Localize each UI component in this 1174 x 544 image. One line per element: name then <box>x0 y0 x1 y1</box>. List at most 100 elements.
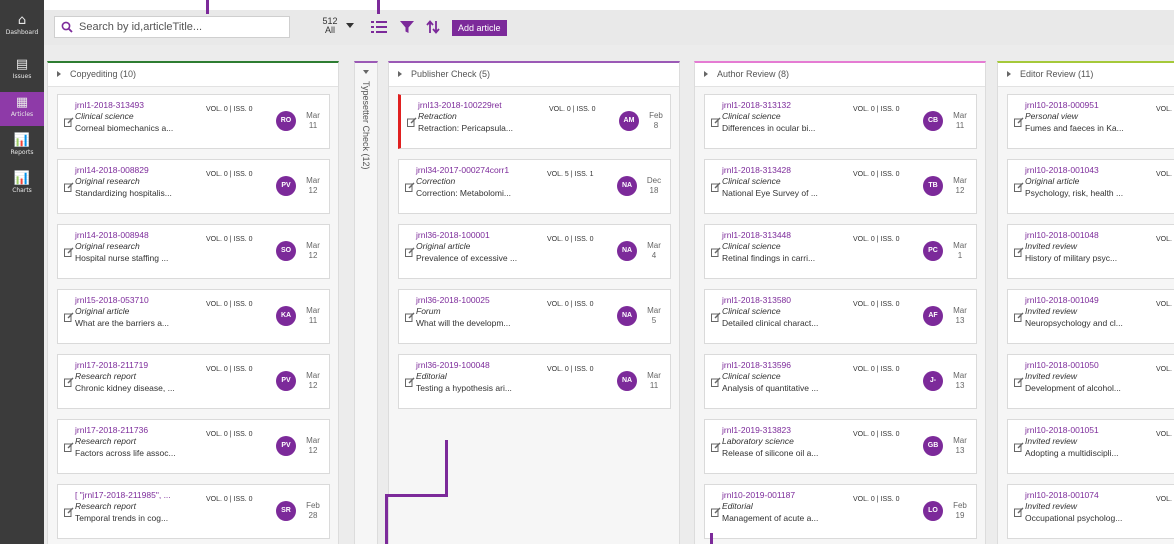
article-id-link[interactable]: jrnl10-2018-001074 <box>1025 490 1099 500</box>
sidebar-item-dashboard[interactable]: ⌂ Dashboard <box>0 10 44 44</box>
edit-icon[interactable] <box>1014 312 1024 322</box>
edit-icon[interactable] <box>1014 182 1024 192</box>
article-card[interactable]: jrnl1-2018-313580 Clinical science Detaile… <box>704 289 977 344</box>
sidebar-item-reports[interactable]: 📊 Reports <box>0 130 44 164</box>
avatar[interactable]: PV <box>276 436 296 456</box>
avatar[interactable]: KA <box>276 306 296 326</box>
sidebar-item-articles[interactable]: ▦ Articles <box>0 92 44 126</box>
article-id-link[interactable]: jrnl1-2018-313448 <box>722 230 791 240</box>
avatar[interactable]: NA <box>617 306 637 326</box>
article-id-link[interactable]: jrnl1-2019-313823 <box>722 425 791 435</box>
avatar[interactable]: SR <box>276 501 296 521</box>
column-header[interactable]: Editor Review (11) <box>998 63 1174 87</box>
article-id-link[interactable]: jrnl36-2019-100048 <box>416 360 490 370</box>
article-card[interactable]: jrnl13-2018-100229ret Retraction Retractio… <box>398 94 671 149</box>
article-card[interactable]: [ "jrnl17-2018-211985", ... Research repo… <box>57 484 330 539</box>
edit-icon[interactable] <box>64 507 74 517</box>
article-id-link[interactable]: jrnl1-2018-313493 <box>75 100 144 110</box>
edit-icon[interactable] <box>405 377 415 387</box>
article-id-link[interactable]: jrnl36-2018-100025 <box>416 295 490 305</box>
avatar[interactable]: PV <box>276 371 296 391</box>
article-id-link[interactable]: [ "jrnl17-2018-211985", ... <box>75 490 171 500</box>
article-card[interactable]: jrnl36-2019-100048 Editorial Testing a hyp… <box>398 354 671 409</box>
edit-icon[interactable] <box>405 247 415 257</box>
article-card[interactable]: jrnl10-2018-001051 Invited review Adopting… <box>1007 419 1174 474</box>
edit-icon[interactable] <box>64 117 74 127</box>
edit-icon[interactable] <box>405 182 415 192</box>
article-card[interactable]: jrnl17-2018-211736 Research report Factors… <box>57 419 330 474</box>
article-id-link[interactable]: jrnl1-2018-313580 <box>722 295 791 305</box>
article-card[interactable]: jrnl10-2018-001043 Original article Psycho… <box>1007 159 1174 214</box>
article-card[interactable]: jrnl10-2018-001074 Invited review Occupati… <box>1007 484 1174 539</box>
search-box[interactable] <box>54 16 290 38</box>
avatar[interactable]: J- <box>923 371 943 391</box>
avatar[interactable]: CB <box>923 111 943 131</box>
column-header[interactable]: Publisher Check (5) <box>389 63 679 87</box>
edit-icon[interactable] <box>64 442 74 452</box>
article-card[interactable]: jrnl34-2017-000274corr1 Correction Correct… <box>398 159 671 214</box>
article-card[interactable]: jrnl10-2018-001050 Invited review Developm… <box>1007 354 1174 409</box>
sort-icon[interactable] <box>424 18 442 36</box>
article-card[interactable]: jrnl1-2018-313448 Clinical science Retinal… <box>704 224 977 279</box>
article-card[interactable]: jrnl17-2018-211719 Research report Chronic… <box>57 354 330 409</box>
column-header[interactable]: Author Review (8) <box>695 63 985 87</box>
article-id-link[interactable]: jrnl10-2018-000951 <box>1025 100 1099 110</box>
edit-icon[interactable] <box>711 312 721 322</box>
article-id-link[interactable]: jrnl14-2018-008948 <box>75 230 149 240</box>
article-id-link[interactable]: jrnl34-2017-000274corr1 <box>416 165 509 175</box>
avatar[interactable]: AF <box>923 306 943 326</box>
article-card[interactable]: jrnl14-2018-008948 Original research Hospi… <box>57 224 330 279</box>
edit-icon[interactable] <box>711 377 721 387</box>
edit-icon[interactable] <box>405 312 415 322</box>
edit-icon[interactable] <box>64 247 74 257</box>
article-card[interactable]: jrnl15-2018-053710 Original article What a… <box>57 289 330 344</box>
edit-icon[interactable] <box>407 117 417 127</box>
edit-icon[interactable] <box>64 377 74 387</box>
edit-icon[interactable] <box>711 117 721 127</box>
article-id-link[interactable]: jrnl1-2018-313428 <box>722 165 791 175</box>
avatar[interactable]: LO <box>923 501 943 521</box>
article-id-link[interactable]: jrnl1-2018-313132 <box>722 100 791 110</box>
article-count-select[interactable]: 512 All <box>318 17 342 35</box>
avatar[interactable]: NA <box>617 176 637 196</box>
edit-icon[interactable] <box>711 182 721 192</box>
collapse-icon[interactable] <box>398 71 402 77</box>
article-id-link[interactable]: jrnl10-2018-001050 <box>1025 360 1099 370</box>
edit-icon[interactable] <box>64 312 74 322</box>
article-card[interactable]: jrnl1-2018-313493 Clinical science Corneal… <box>57 94 330 149</box>
article-card[interactable]: jrnl10-2019-001187 Editorial Management of… <box>704 484 977 539</box>
sidebar-item-charts[interactable]: 📊 Charts <box>0 168 44 202</box>
article-id-link[interactable]: jrnl10-2019-001187 <box>722 490 795 500</box>
list-view-icon[interactable] <box>370 18 388 36</box>
article-card[interactable]: jrnl10-2018-000951 Personal view Fumes and… <box>1007 94 1174 149</box>
article-id-link[interactable]: jrnl10-2018-001048 <box>1025 230 1099 240</box>
article-id-link[interactable]: jrnl10-2018-001051 <box>1025 425 1099 435</box>
article-id-link[interactable]: jrnl36-2018-100001 <box>416 230 490 240</box>
edit-icon[interactable] <box>1014 507 1024 517</box>
avatar[interactable]: TB <box>923 176 943 196</box>
avatar[interactable]: NA <box>617 241 637 261</box>
edit-icon[interactable] <box>1014 247 1024 257</box>
edit-icon[interactable] <box>711 247 721 257</box>
collapse-icon[interactable] <box>704 71 708 77</box>
edit-icon[interactable] <box>1014 442 1024 452</box>
article-card[interactable]: jrnl10-2018-001048 Invited review History … <box>1007 224 1174 279</box>
edit-icon[interactable] <box>64 182 74 192</box>
article-card[interactable]: jrnl36-2018-100025 Forum What will the dev… <box>398 289 671 344</box>
column-header[interactable]: Copyediting (10) <box>48 63 338 87</box>
search-input[interactable] <box>79 19 284 35</box>
count-dropdown-icon[interactable] <box>346 23 354 28</box>
avatar[interactable]: SO <box>276 241 296 261</box>
avatar[interactable]: RO <box>276 111 296 131</box>
column-typesetter-check[interactable]: Typesetter Check (12) <box>354 61 378 544</box>
avatar[interactable]: AM <box>619 111 639 131</box>
edit-icon[interactable] <box>1014 117 1024 127</box>
avatar[interactable]: GB <box>923 436 943 456</box>
article-card[interactable]: jrnl10-2018-001049 Invited review Neuropsy… <box>1007 289 1174 344</box>
article-card[interactable]: jrnl1-2018-313596 Clinical science Analysi… <box>704 354 977 409</box>
article-id-link[interactable]: jrnl13-2018-100229ret <box>418 100 502 110</box>
article-id-link[interactable]: jrnl10-2018-001043 <box>1025 165 1099 175</box>
expand-icon[interactable] <box>363 70 369 74</box>
article-id-link[interactable]: jrnl17-2018-211736 <box>75 425 148 435</box>
article-id-link[interactable]: jrnl10-2018-001049 <box>1025 295 1099 305</box>
